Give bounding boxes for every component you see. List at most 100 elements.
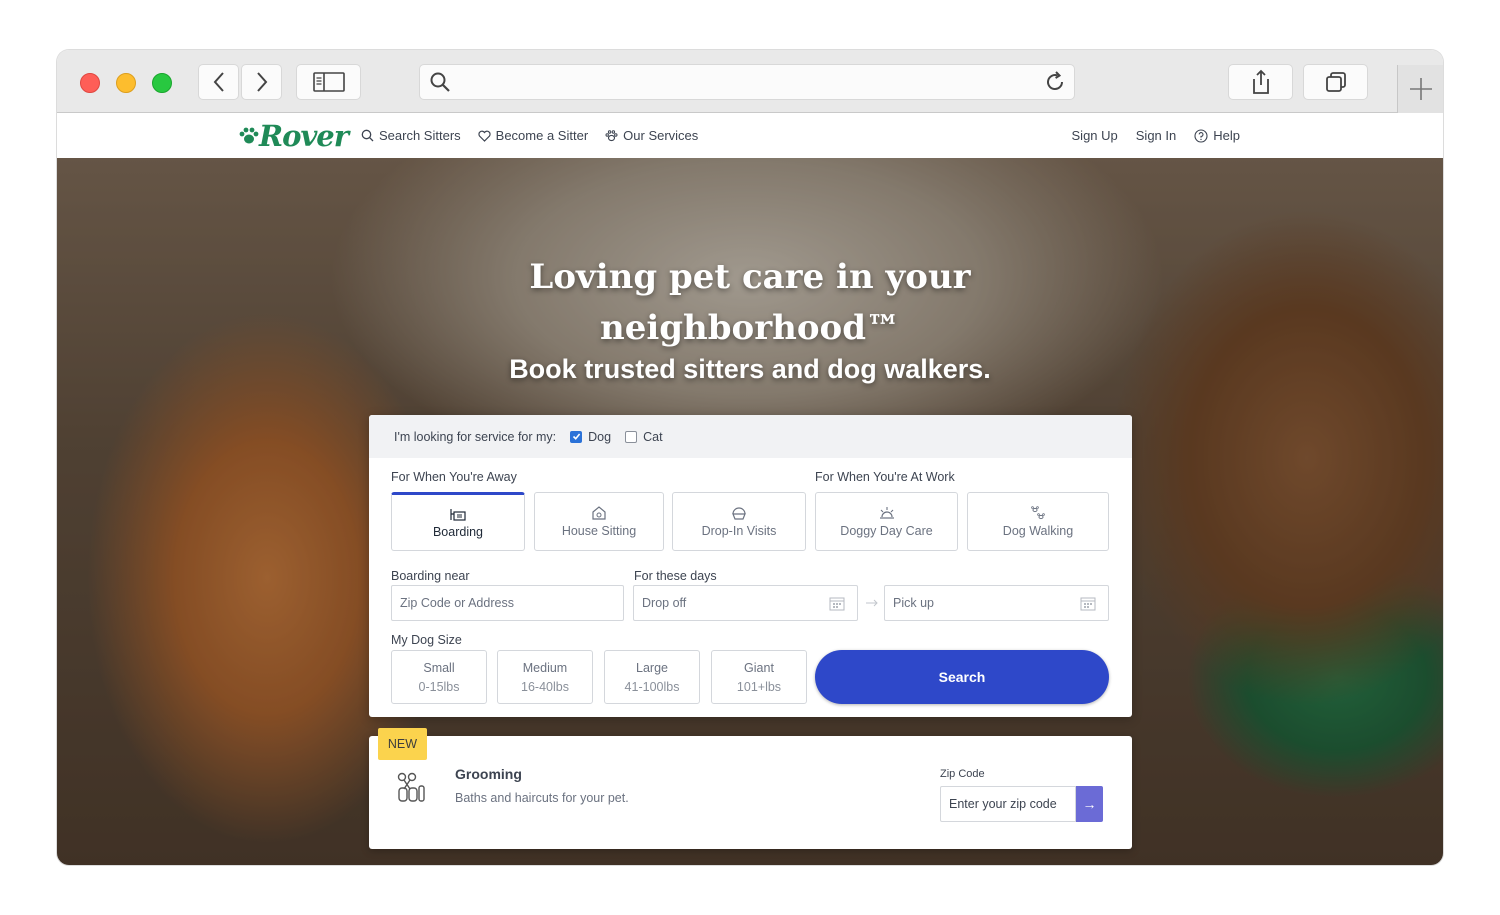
sidebar-icon bbox=[312, 72, 345, 92]
service-drop-in-visits[interactable]: Drop-In Visits bbox=[672, 492, 806, 551]
drop-in-icon bbox=[732, 507, 746, 520]
search-icon bbox=[361, 129, 374, 142]
minimize-window-button[interactable] bbox=[116, 73, 136, 93]
zip-code-field[interactable] bbox=[940, 786, 1076, 822]
nav-label: Our Services bbox=[623, 128, 699, 143]
zip-code-label: Zip Code bbox=[940, 768, 985, 780]
back-icon bbox=[213, 72, 224, 92]
nav-our-services[interactable]: Our Services bbox=[605, 128, 698, 143]
nav-search-sitters[interactable]: Search Sitters bbox=[361, 128, 461, 143]
tabs-overview-button[interactable] bbox=[1304, 65, 1367, 99]
service-label: Doggy Day Care bbox=[840, 524, 933, 538]
grooming-promo-card: NEW Grooming Baths and haircuts for your… bbox=[369, 728, 1132, 849]
checkbox-checked[interactable] bbox=[570, 430, 583, 443]
pickup-input[interactable] bbox=[893, 596, 1108, 610]
browser-window: Rover Search Sitters Become a Sitter Our… bbox=[57, 50, 1443, 865]
size-label: Large bbox=[636, 660, 668, 675]
share-button[interactable] bbox=[1229, 65, 1292, 99]
share-icon bbox=[1252, 69, 1269, 94]
grooming-icon bbox=[397, 772, 425, 802]
search-button[interactable]: Search bbox=[815, 650, 1109, 704]
close-window-button[interactable] bbox=[80, 73, 100, 93]
nav-left-links: Search Sitters Become a Sitter Our Servi… bbox=[361, 113, 698, 158]
sun-icon bbox=[879, 507, 894, 519]
zip-code-input[interactable] bbox=[949, 797, 1075, 811]
sidebar-button[interactable] bbox=[297, 65, 360, 99]
grooming-subtitle: Baths and haircuts for your pet. bbox=[455, 791, 629, 805]
zip-submit-button[interactable]: → bbox=[1076, 786, 1103, 822]
service-boarding[interactable]: Boarding bbox=[391, 492, 525, 551]
browser-toolbar bbox=[57, 50, 1443, 113]
away-label: For When You're Away bbox=[391, 470, 517, 484]
hero-subtitle: Book trusted sitters and dog walkers. bbox=[509, 354, 991, 384]
dropoff-input[interactable] bbox=[642, 596, 857, 610]
size-range: 101+lbs bbox=[736, 679, 782, 694]
size-small[interactable]: Small 0-15lbs bbox=[391, 650, 487, 704]
location-field[interactable] bbox=[391, 585, 624, 621]
tabs-icon bbox=[1325, 72, 1346, 92]
reload-icon[interactable] bbox=[1043, 70, 1067, 94]
size-large[interactable]: Large 41-100lbs bbox=[604, 650, 700, 704]
size-range: 16-40lbs bbox=[521, 679, 569, 694]
hero-title-line1: Loving pet care in your bbox=[529, 257, 971, 297]
house-sitting-icon bbox=[592, 506, 606, 520]
hero-title: Loving pet care in your neighborhood™ bbox=[57, 252, 1443, 354]
boarding-near-label: Boarding near bbox=[391, 569, 470, 583]
forward-button[interactable] bbox=[242, 65, 281, 99]
dog-checkbox[interactable]: Dog bbox=[570, 430, 611, 444]
arrow-right-icon: → bbox=[1082, 796, 1097, 812]
pickup-field[interactable] bbox=[884, 585, 1109, 621]
forward-icon bbox=[256, 72, 267, 92]
location-input[interactable] bbox=[400, 596, 623, 610]
nav-label: Help bbox=[1213, 128, 1240, 143]
rover-logo[interactable]: Rover bbox=[237, 119, 349, 153]
checkbox-unchecked[interactable] bbox=[625, 430, 638, 443]
service-dog-walking[interactable]: Dog Walking bbox=[967, 492, 1109, 551]
service-doggy-day-care[interactable]: Doggy Day Care bbox=[815, 492, 958, 551]
service-house-sitting[interactable]: House Sitting bbox=[534, 492, 664, 551]
hero-title-line2: neighborhood™ bbox=[600, 308, 900, 348]
cat-label: Cat bbox=[643, 429, 663, 444]
back-button[interactable] bbox=[199, 65, 238, 99]
grooming-title: Grooming bbox=[455, 766, 522, 782]
dropoff-field[interactable] bbox=[633, 585, 858, 621]
new-tab-icon bbox=[1409, 78, 1432, 100]
new-tab-button[interactable] bbox=[1397, 65, 1443, 113]
pet-type-label: I'm looking for service for my: bbox=[394, 429, 557, 444]
calendar-icon[interactable] bbox=[829, 596, 845, 611]
nav-sign-in[interactable]: Sign In bbox=[1136, 128, 1176, 143]
size-medium[interactable]: Medium 16-40lbs bbox=[497, 650, 593, 704]
paw-icon bbox=[605, 129, 618, 141]
help-icon bbox=[1194, 128, 1208, 143]
calendar-icon[interactable] bbox=[1080, 596, 1096, 611]
paw-prints-icon bbox=[1031, 506, 1045, 520]
dog-size-label: My Dog Size bbox=[391, 633, 462, 647]
nav-help[interactable]: Help bbox=[1194, 128, 1240, 143]
hero-section: Loving pet care in your neighborhood™ Bo… bbox=[57, 158, 1443, 865]
search-icon bbox=[430, 72, 450, 92]
size-label: Small bbox=[423, 660, 455, 675]
nav-label: Sign Up bbox=[1071, 128, 1118, 143]
work-label: For When You're At Work bbox=[815, 470, 955, 484]
size-range: 0-15lbs bbox=[418, 679, 460, 694]
logo-text: Rover bbox=[259, 119, 349, 153]
service-label: Dog Walking bbox=[1002, 524, 1074, 538]
pet-type-row: I'm looking for service for my: Dog Cat bbox=[369, 415, 1132, 458]
size-range: 41-100lbs bbox=[624, 679, 680, 694]
nav-sign-up[interactable]: Sign Up bbox=[1072, 128, 1118, 143]
service-label: House Sitting bbox=[561, 524, 637, 538]
dog-label: Dog bbox=[588, 429, 612, 444]
size-giant[interactable]: Giant 101+lbs bbox=[711, 650, 807, 704]
nav-right-links: Sign Up Sign In Help bbox=[1072, 113, 1240, 158]
size-label: Giant bbox=[744, 660, 774, 675]
search-card: I'm looking for service for my: Dog Cat … bbox=[369, 415, 1132, 717]
size-label: Medium bbox=[522, 660, 568, 675]
nav-become-sitter[interactable]: Become a Sitter bbox=[478, 128, 588, 143]
maximize-window-button[interactable] bbox=[152, 73, 172, 93]
dates-label: For these days bbox=[634, 569, 717, 583]
cat-checkbox[interactable]: Cat bbox=[625, 429, 663, 444]
boarding-icon bbox=[450, 509, 466, 521]
service-label: Boarding bbox=[432, 525, 484, 539]
heart-icon bbox=[478, 130, 491, 142]
address-bar[interactable] bbox=[420, 65, 1074, 99]
